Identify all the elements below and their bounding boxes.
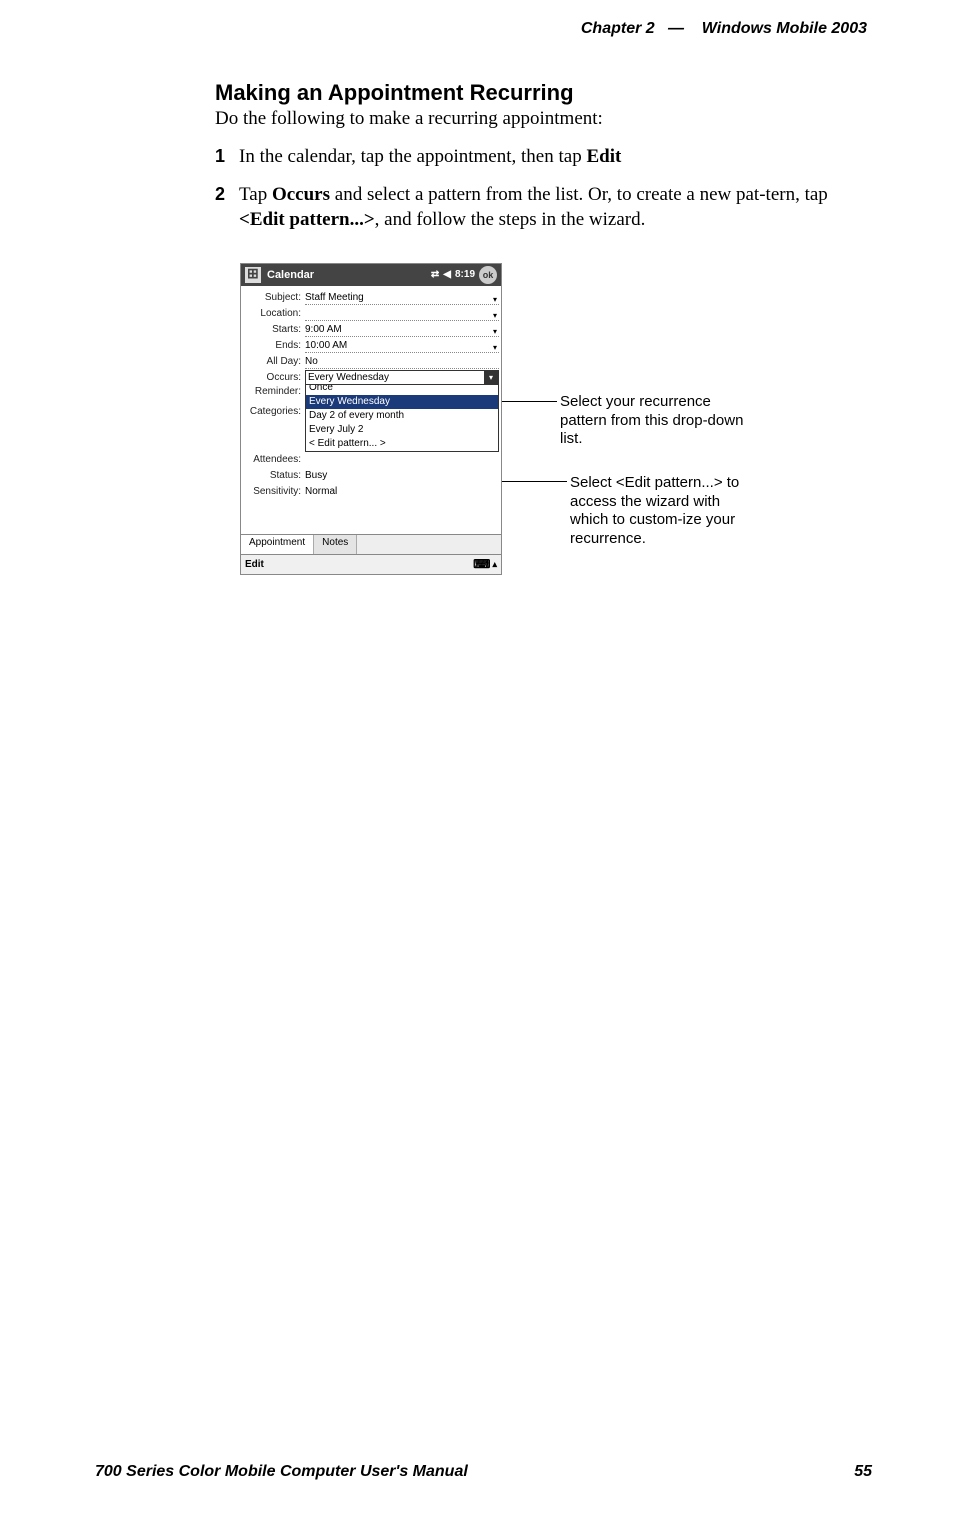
label-categories: Categories: <box>243 406 305 417</box>
start-icon[interactable] <box>245 267 261 283</box>
header-product: Windows Mobile 2003 <box>702 20 867 37</box>
sensitivity-text: Normal <box>305 486 337 497</box>
step-text: Tap Occurs and select a pattern from the… <box>239 182 875 233</box>
spacer <box>241 500 501 528</box>
section-title: Making an Appointment Recurring <box>215 80 875 106</box>
subject-text: Staff Meeting <box>305 292 364 303</box>
step2-t3: , and follow the steps in the wizard. <box>375 209 646 230</box>
row-subject: Subject: Staff Meeting ▾ <box>243 290 499 306</box>
occurs-dropdown[interactable]: Every Wednesday ▾ <box>305 370 499 385</box>
row-ends: Ends: 10:00 AM ▾ <box>243 338 499 354</box>
callout-line <box>502 401 557 402</box>
row-attendees: Attendees: <box>243 452 499 468</box>
label-occurs: Occurs: <box>243 372 305 383</box>
step2-occurs: Occurs <box>272 184 330 205</box>
dropdown-item-edit-pattern[interactable]: < Edit pattern... > <box>306 437 498 451</box>
header-chapter: Chapter 2 <box>581 20 655 37</box>
edit-menu[interactable]: Edit <box>245 559 264 570</box>
connectivity-icon: ⇄ <box>431 269 439 280</box>
value-subject[interactable]: Staff Meeting ▾ <box>305 290 499 305</box>
app-title: Calendar <box>267 269 431 281</box>
footer-manual: 700 Series Color Mobile Computer User's … <box>95 1463 468 1481</box>
step-text: In the calendar, tap the appointment, th… <box>239 144 875 170</box>
row-status: Status: Busy <box>243 468 499 484</box>
page-header: Chapter 2 — Windows Mobile 2003 <box>581 20 867 38</box>
callout-line <box>502 481 567 482</box>
footer-page-number: 55 <box>854 1463 872 1481</box>
row-occurs: Occurs: Every Wednesday ▾ <box>243 370 499 386</box>
volume-icon: ◀ <box>443 269 451 280</box>
caret-icon[interactable]: ▾ <box>493 340 497 355</box>
step-list: 1 In the calendar, tap the appointment, … <box>215 144 875 233</box>
step1-text: In the calendar, tap the appointment, th… <box>239 146 586 167</box>
form-area: Subject: Staff Meeting ▾ Location: ▾ Star… <box>241 286 501 500</box>
caret-icon[interactable]: ▾ <box>493 324 497 339</box>
value-ends[interactable]: 10:00 AM ▾ <box>305 338 499 353</box>
caret-icon[interactable]: ▾ <box>493 308 497 323</box>
step2-editpat: <Edit pattern...> <box>239 209 375 230</box>
step2-t1: Tap <box>239 184 272 205</box>
value-sensitivity[interactable]: Normal <box>305 484 499 499</box>
row-starts: Starts: 9:00 AM ▾ <box>243 322 499 338</box>
label-attendees: Attendees: <box>243 454 305 465</box>
value-location[interactable]: ▾ <box>305 306 499 321</box>
page-footer: 700 Series Color Mobile Computer User's … <box>95 1463 872 1481</box>
label-sensitivity: Sensitivity: <box>243 486 305 497</box>
step-1: 1 In the calendar, tap the appointment, … <box>215 144 875 170</box>
step2-t2: and select a pattern from the list. Or, … <box>330 184 828 205</box>
label-reminder: Reminder: <box>243 386 305 397</box>
caret-icon[interactable]: ▾ <box>493 292 497 307</box>
value-allday[interactable]: No <box>305 354 499 369</box>
dropdown-item-july2[interactable]: Every July 2 <box>306 423 498 437</box>
clock-time: 8:19 <box>455 269 475 280</box>
label-allday: All Day: <box>243 356 305 367</box>
tabs: Appointment Notes <box>241 534 501 554</box>
label-subject: Subject: <box>243 292 305 303</box>
intro-text: Do the following to make a recurring app… <box>215 108 875 130</box>
tab-notes[interactable]: Notes <box>314 535 357 554</box>
callout-recurrence-pattern: Select your recurrence pattern from this… <box>560 393 750 449</box>
occurs-text: Every Wednesday <box>308 372 389 383</box>
bottom-bar: Edit ⌨ ▴ <box>241 554 501 574</box>
label-location: Location: <box>243 308 305 319</box>
value-starts[interactable]: 9:00 AM ▾ <box>305 322 499 337</box>
up-arrow-icon[interactable]: ▴ <box>492 559 497 570</box>
step1-edit: Edit <box>586 146 621 167</box>
value-status[interactable]: Busy <box>305 468 499 483</box>
callout-edit-pattern: Select <Edit pattern...> to access the w… <box>570 474 760 549</box>
titlebar: Calendar ⇄ ◀ 8:19 ok <box>241 264 501 286</box>
device-screenshot: Calendar ⇄ ◀ 8:19 ok Subject: Staff Meet… <box>240 263 502 575</box>
header-dash: — <box>668 20 684 37</box>
row-allday: All Day: No <box>243 354 499 370</box>
starts-text: 9:00 AM <box>305 324 342 335</box>
content-area: Making an Appointment Recurring Do the f… <box>215 80 875 575</box>
step-number: 2 <box>215 182 239 233</box>
titlebar-right: ⇄ ◀ 8:19 ok <box>431 266 497 284</box>
label-starts: Starts: <box>243 324 305 335</box>
keyboard-icon[interactable]: ⌨ <box>473 557 490 571</box>
tab-appointment[interactable]: Appointment <box>241 535 314 554</box>
allday-text: No <box>305 356 318 367</box>
step-number: 1 <box>215 144 239 170</box>
label-ends: Ends: <box>243 340 305 351</box>
ends-text: 10:00 AM <box>305 340 347 351</box>
row-sensitivity: Sensitivity: Normal <box>243 484 499 500</box>
dropdown-caret-icon[interactable]: ▾ <box>484 371 498 384</box>
label-status: Status: <box>243 470 305 481</box>
row-location: Location: ▾ <box>243 306 499 322</box>
step-2: 2 Tap Occurs and select a pattern from t… <box>215 182 875 233</box>
figure-area: Calendar ⇄ ◀ 8:19 ok Subject: Staff Meet… <box>240 263 875 575</box>
status-text: Busy <box>305 470 327 481</box>
ok-button[interactable]: ok <box>479 266 497 284</box>
